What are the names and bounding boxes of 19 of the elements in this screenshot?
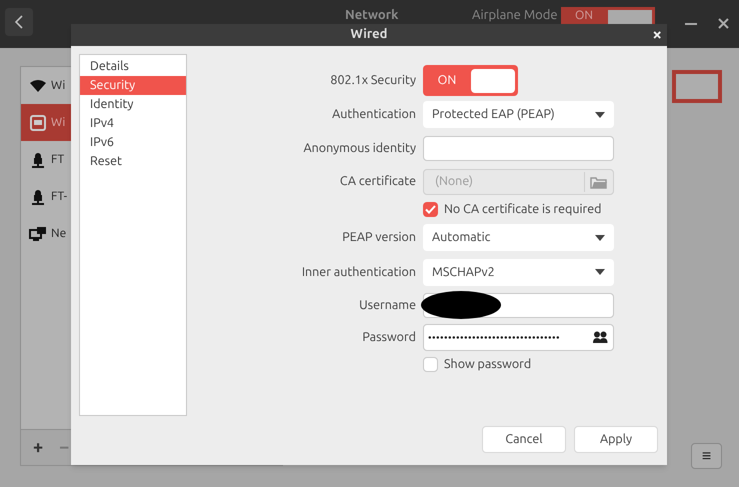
field-label: PEAP version <box>342 230 416 244</box>
checkbox-label: No CA certificate is required <box>444 200 602 218</box>
field-label: Anonymous identity <box>304 141 416 156</box>
device-label: FT- <box>51 188 68 204</box>
field-label: Authentication <box>332 107 416 122</box>
device-label: Wi <box>51 114 66 130</box>
field-label: Username <box>359 298 416 312</box>
airplane-mode-label: Airplane Mode <box>472 7 558 24</box>
checkbox-label: Show password <box>444 356 532 373</box>
password-value: ••••••••••••••••••••••••••••••••• <box>428 330 560 344</box>
device-label: Wi <box>51 78 66 94</box>
field-label: 802.1x Security <box>330 73 416 88</box>
field-label: CA certificate <box>340 174 416 188</box>
field-label: Inner authentication <box>302 264 416 279</box>
field-label: Password <box>362 330 416 344</box>
dialog-title: Wired <box>350 26 388 44</box>
device-label: FT <box>51 152 64 168</box>
device-label: Ne <box>51 226 66 242</box>
window-title: Network <box>345 7 398 24</box>
